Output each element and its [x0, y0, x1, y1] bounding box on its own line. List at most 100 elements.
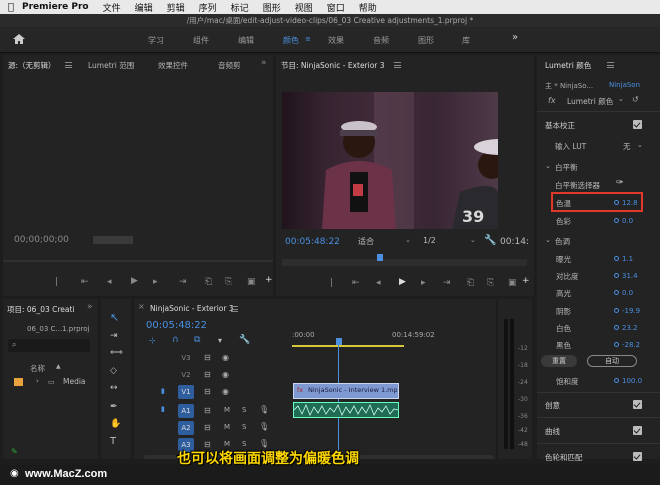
mark-in-icon[interactable]: |	[55, 277, 58, 287]
v3-sync-lock-icon[interactable]: ⊟	[204, 353, 211, 362]
reset-button[interactable]: 重置	[541, 355, 577, 367]
white-balance-collapse-icon[interactable]: ⌄	[545, 162, 551, 170]
hand-tool-icon[interactable]: ✋	[110, 419, 121, 429]
sort-arrow-icon[interactable]: ▲	[56, 363, 61, 370]
a2-mic-icon[interactable]: 🎙	[259, 422, 269, 431]
menu-help[interactable]: 帮助	[359, 1, 377, 14]
program-title[interactable]: 节目: NinjaSonic - Exterior 3	[281, 60, 385, 71]
master-clip-label[interactable]: 主 * NinjaSo...	[545, 81, 593, 91]
clip-a1[interactable]	[293, 402, 399, 418]
fit-dropdown[interactable]: 适合	[358, 236, 374, 247]
a1-mute-icon[interactable]: M	[224, 406, 230, 414]
track-v3[interactable]: V3	[178, 351, 194, 365]
panel-menu-icon[interactable]	[394, 62, 401, 68]
tab-editing[interactable]: 编辑	[238, 35, 254, 46]
menu-file[interactable]: 文件	[103, 1, 121, 14]
v1-source-patch-icon[interactable]: ▮	[161, 387, 165, 395]
overwrite-icon[interactable]: ⎘	[225, 277, 232, 287]
v2-sync-lock-icon[interactable]: ⊟	[204, 370, 211, 379]
step-forward-icon[interactable]: ⇥	[179, 277, 187, 287]
step-back-icon[interactable]: ⇤	[352, 278, 360, 288]
effect-chevron-icon[interactable]: ⌄	[618, 95, 624, 103]
step-back-icon[interactable]: ⇤	[81, 277, 89, 287]
tab-effect-controls[interactable]: 效果控件	[158, 60, 188, 71]
contrast-slider[interactable]	[614, 273, 619, 278]
project-search-input[interactable]: ⌕	[8, 339, 90, 352]
fit-chevron-icon[interactable]: ⌄	[405, 236, 411, 244]
apple-icon[interactable]: 	[0, 2, 22, 13]
project-title[interactable]: 项目: 06_03 Creati	[7, 304, 75, 315]
close-sequence-icon[interactable]: ×	[138, 302, 145, 311]
active-clip-label[interactable]: NinjaSon	[609, 81, 640, 89]
whites-value[interactable]: 23.2	[622, 324, 638, 332]
export-frame-icon[interactable]: ▣	[508, 278, 517, 288]
a1-source-patch-icon[interactable]: ▮	[161, 405, 165, 413]
color-wheels-checkbox[interactable]	[633, 452, 642, 461]
input-lut-dropdown[interactable]: 无	[623, 141, 631, 152]
tab-audio-mixer[interactable]: 音频剪	[218, 60, 241, 71]
menu-edit[interactable]: 编辑	[135, 1, 153, 14]
more-workspaces-icon[interactable]: »	[512, 32, 518, 43]
menu-marker[interactable]: 标记	[231, 1, 249, 14]
lut-chevron-icon[interactable]: ⌄	[637, 141, 643, 149]
a2-sync-lock-icon[interactable]: ⊟	[204, 423, 211, 432]
add-marker-icon[interactable]: ▾	[218, 336, 222, 345]
source-zoom-dropdown[interactable]	[93, 236, 133, 244]
tab-color[interactable]: 颜色	[283, 35, 299, 46]
eyedropper-icon[interactable]: ✑	[616, 178, 624, 188]
app-name[interactable]: Premiere Pro	[22, 2, 89, 12]
track-a1[interactable]: A1	[178, 404, 194, 418]
a3-mic-icon[interactable]: 🎙	[259, 439, 269, 448]
tab-effects[interactable]: 效果	[328, 35, 344, 46]
wrench-icon[interactable]: 🔧	[484, 235, 496, 246]
timeline-title[interactable]: NinjaSonic - Exterior 3	[150, 304, 234, 313]
track-a2[interactable]: A2	[178, 421, 194, 435]
snap-icon[interactable]: ∩	[172, 335, 179, 345]
extract-icon[interactable]: ⎘	[487, 278, 494, 288]
a3-mute-icon[interactable]: M	[224, 440, 230, 448]
timeline-playhead[interactable]	[336, 338, 342, 345]
v1-eye-icon[interactable]: ◉	[222, 387, 229, 396]
temperature-slider[interactable]	[614, 200, 619, 205]
highlights-slider[interactable]	[614, 290, 619, 295]
menu-sequence[interactable]: 序列	[199, 1, 217, 14]
lift-icon[interactable]: ⎗	[467, 278, 474, 288]
prev-frame-icon[interactable]: ◂	[107, 277, 112, 287]
tab-graphics[interactable]: 图形	[418, 35, 434, 46]
panel-menu-icon[interactable]	[231, 306, 238, 312]
next-frame-icon[interactable]: ▸	[153, 277, 158, 287]
tab-assembly[interactable]: 组件	[193, 35, 209, 46]
menu-clip[interactable]: 剪辑	[167, 1, 185, 14]
program-video-frame[interactable]: 39	[282, 92, 526, 229]
a1-mic-icon[interactable]: 🎙	[259, 405, 269, 414]
mark-in-icon[interactable]: |	[330, 278, 333, 288]
tab-audio[interactable]: 音频	[373, 35, 389, 46]
a2-solo-icon[interactable]: S	[242, 423, 246, 431]
expand-arrow-icon[interactable]: ›	[36, 377, 39, 385]
white-balance-section[interactable]: 白平衡	[555, 162, 578, 173]
creative-checkbox[interactable]	[633, 400, 642, 409]
curves-section[interactable]: 曲线	[545, 426, 560, 437]
tint-slider[interactable]	[614, 218, 619, 223]
basic-correction-checkbox[interactable]	[633, 120, 642, 129]
workspace-menu-icon[interactable]: ≡	[305, 35, 311, 43]
temperature-value[interactable]: 12.8	[622, 199, 638, 207]
blacks-value[interactable]: -28.2	[622, 341, 640, 349]
tone-collapse-icon[interactable]: ⌄	[545, 236, 551, 244]
panel-menu-icon[interactable]	[607, 62, 614, 68]
timeline-settings-icon[interactable]: 🔧	[239, 335, 250, 345]
exposure-slider[interactable]	[614, 256, 619, 261]
exposure-value[interactable]: 1.1	[622, 255, 633, 263]
program-playhead[interactable]	[377, 254, 383, 261]
color-wheels-section[interactable]: 色轮和匹配	[545, 452, 583, 463]
tint-value[interactable]: 0.0	[622, 217, 633, 225]
selection-tool-icon[interactable]: ↖	[110, 311, 119, 324]
nest-icon[interactable]: ⊹	[149, 336, 156, 345]
a1-sync-lock-icon[interactable]: ⊟	[204, 406, 211, 415]
tone-section[interactable]: 色调	[555, 236, 570, 247]
curves-checkbox[interactable]	[633, 426, 642, 435]
step-forward-icon[interactable]: ⇥	[443, 278, 451, 288]
program-timecode[interactable]: 00:05:48:22	[285, 237, 340, 247]
pencil-icon[interactable]: ✎	[11, 447, 18, 456]
program-scrubber[interactable]	[282, 259, 527, 266]
